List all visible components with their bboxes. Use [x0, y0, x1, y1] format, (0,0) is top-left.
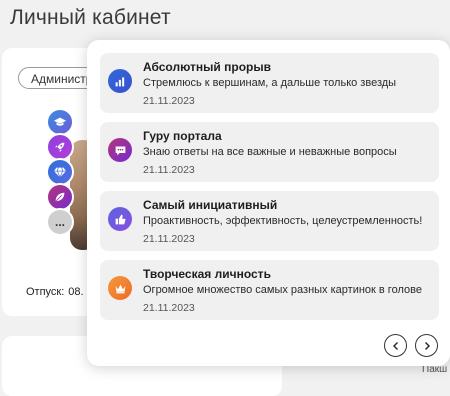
- achievement-card[interactable]: Самый инициативный Проактивность, эффект…: [100, 191, 439, 251]
- diamond-icon[interactable]: [46, 158, 74, 186]
- vacation-value: 08.: [68, 286, 84, 298]
- achievement-date: 21.11.2023: [143, 164, 195, 176]
- chevron-right-icon: [424, 341, 430, 350]
- achievement-description: Проактивность, эффективность, целеустрем…: [143, 215, 423, 227]
- rocket-icon[interactable]: [46, 133, 74, 161]
- achievement-card[interactable]: Гуру портала Знаю ответы на все важные и…: [100, 122, 439, 182]
- achievement-title: Гуру портала: [143, 129, 222, 143]
- chat-icon: [108, 138, 132, 162]
- achievement-date: 21.11.2023: [143, 95, 195, 107]
- next-page-button[interactable]: [415, 334, 438, 357]
- achievement-title: Творческая личность: [143, 267, 271, 281]
- chevron-left-icon: [392, 341, 398, 350]
- achievement-card[interactable]: Абсолютный прорыв Стремлюсь к вершинам, …: [100, 53, 439, 113]
- bar-chart-icon: [108, 69, 132, 93]
- achievement-title: Абсолютный прорыв: [143, 60, 271, 74]
- achievement-description: Знаю ответы на все важные и неважные воп…: [143, 146, 397, 158]
- vacation-label: Отпуск:: [26, 286, 65, 298]
- achievement-date: 21.11.2023: [143, 302, 195, 314]
- page-title: Личный кабинет: [10, 6, 171, 29]
- achievement-date: 21.11.2023: [143, 233, 195, 245]
- achievement-title: Самый инициативный: [143, 198, 278, 212]
- vacation-info: Отпуск: 08.: [26, 286, 84, 298]
- thumbs-up-icon: [108, 207, 132, 231]
- achievement-card[interactable]: Творческая личность Огромное множество с…: [100, 260, 439, 320]
- achievement-description: Стремлюсь к вершинам, а дальше только зв…: [143, 77, 397, 89]
- leaf-icon[interactable]: [46, 183, 74, 211]
- achievement-description: Огромное множество самых разных картинок…: [143, 284, 422, 296]
- prev-page-button[interactable]: [384, 334, 407, 357]
- crown-icon: [108, 276, 132, 300]
- more-icon[interactable]: ...: [46, 208, 74, 236]
- graduation-cap-icon[interactable]: [46, 108, 74, 136]
